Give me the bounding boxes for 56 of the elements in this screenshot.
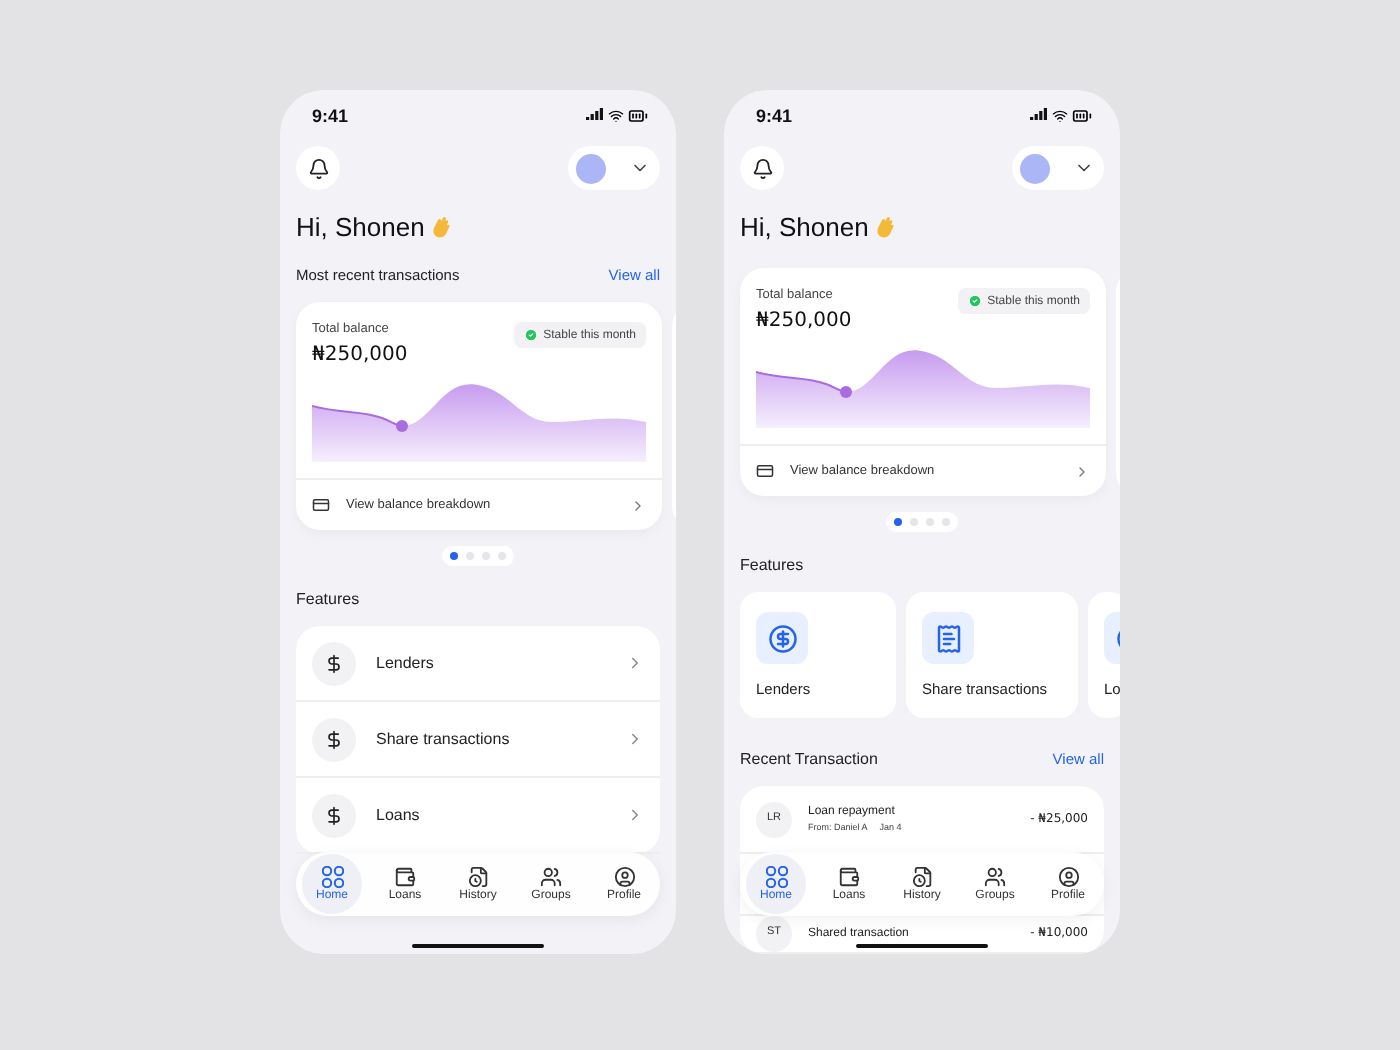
waving-hand-icon	[428, 213, 455, 239]
dollar-icon	[312, 793, 356, 837]
balance-amount: ₦250,000	[312, 344, 408, 366]
feature-label: Lenders	[376, 654, 436, 672]
card-icon	[756, 462, 774, 480]
status-time: 9:41	[756, 105, 793, 125]
chevron-right-icon	[626, 654, 644, 672]
document-clock-icon	[467, 866, 489, 888]
card-icon	[312, 496, 330, 514]
grid-icon	[321, 866, 343, 888]
greeting: Hi, Shonen	[296, 211, 425, 241]
users-icon	[984, 866, 1006, 888]
section-title: Recent Transaction	[740, 749, 878, 767]
check-icon	[967, 294, 982, 308]
bell-icon	[307, 157, 329, 179]
check-icon	[523, 328, 538, 342]
signal-icon	[1030, 108, 1048, 122]
feature-item[interactable]: Lenders	[296, 626, 660, 702]
balance-amount: ₦250,000	[756, 310, 852, 332]
receipt-icon	[933, 623, 963, 653]
notification-button[interactable]	[296, 146, 340, 190]
feature-label: Share transactions	[376, 730, 512, 748]
account-switcher[interactable]	[568, 146, 660, 190]
home-indicator	[856, 943, 988, 948]
chevron-right-icon	[626, 730, 644, 748]
bell-icon	[751, 157, 773, 179]
greeting: Hi, Shonen	[740, 211, 869, 241]
dollar-icon	[312, 641, 356, 685]
wallet-icon	[394, 866, 416, 888]
document-clock-icon	[911, 866, 933, 888]
profile-icon	[1057, 866, 1079, 888]
profile-icon	[613, 866, 635, 888]
home-indicator	[412, 943, 544, 948]
page-dot[interactable]	[450, 552, 458, 560]
wifi-icon	[608, 107, 624, 123]
wifi-icon	[1052, 107, 1068, 123]
section-title: Features	[296, 589, 360, 607]
chevron-right-icon	[1074, 463, 1090, 479]
battery-icon	[1072, 105, 1092, 125]
grid-icon	[765, 866, 787, 888]
waving-hand-icon	[872, 213, 899, 239]
section-title: Features	[740, 555, 804, 573]
wallet-icon	[838, 866, 860, 888]
chevron-right-icon	[626, 806, 644, 824]
chevron-right-icon	[630, 497, 646, 513]
feature-label: Loans	[376, 806, 422, 824]
dollar-icon	[312, 717, 356, 761]
notification-button[interactable]	[740, 146, 784, 190]
account-switcher[interactable]	[1012, 146, 1104, 190]
signal-icon	[586, 108, 604, 122]
status-time: 9:41	[312, 105, 349, 125]
battery-icon	[628, 105, 648, 125]
page-dot[interactable]	[894, 518, 902, 526]
users-icon	[540, 866, 562, 888]
feature-item[interactable]: Share transactions	[296, 702, 660, 778]
dollar-coin-icon	[767, 623, 797, 653]
